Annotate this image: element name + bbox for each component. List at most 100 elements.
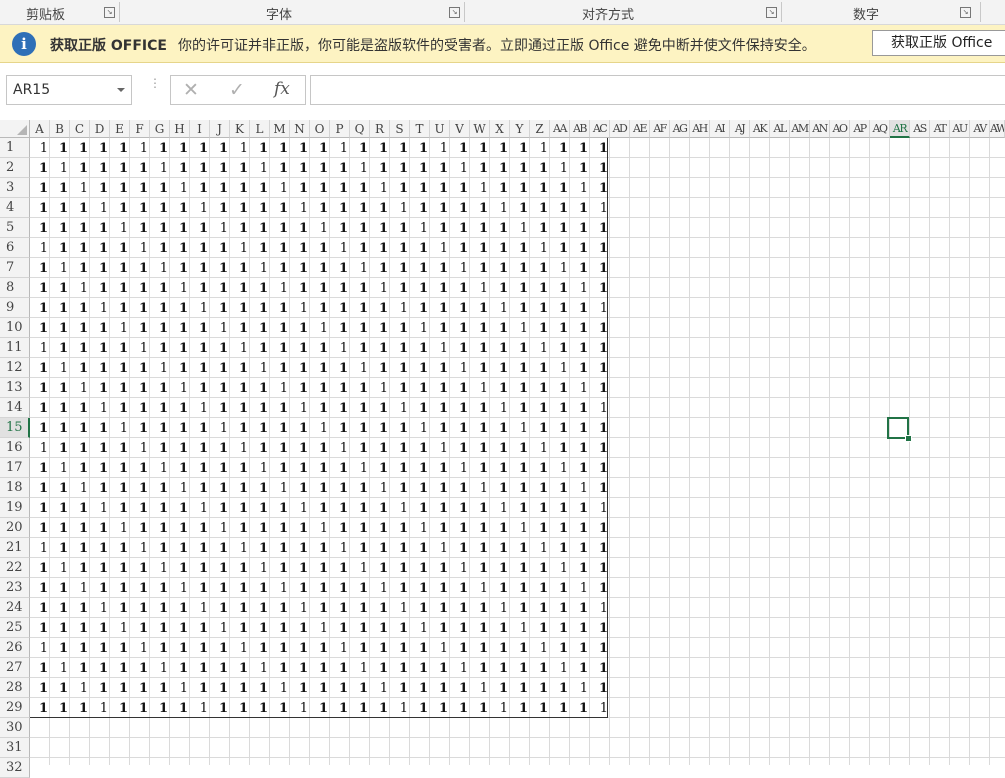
row-header-23[interactable]: 23 — [0, 578, 30, 598]
cell[interactable]: 1 — [410, 198, 430, 218]
cell[interactable]: 1 — [410, 298, 430, 318]
cell[interactable]: 1 — [110, 298, 130, 318]
cell[interactable]: 1 — [150, 218, 170, 238]
cell[interactable]: 1 — [470, 278, 490, 298]
cell[interactable]: 1 — [390, 578, 410, 598]
cell[interactable]: 1 — [530, 398, 550, 418]
cell[interactable]: 1 — [270, 698, 290, 718]
cell[interactable]: 1 — [90, 278, 110, 298]
cell[interactable]: 1 — [250, 278, 270, 298]
cell[interactable]: 1 — [350, 658, 370, 678]
cell[interactable]: 1 — [450, 358, 470, 378]
cell[interactable]: 1 — [170, 138, 190, 158]
cell[interactable]: 1 — [30, 318, 50, 338]
cell[interactable]: 1 — [170, 578, 190, 598]
cell[interactable]: 1 — [570, 158, 590, 178]
cell[interactable]: 1 — [530, 278, 550, 298]
cell[interactable]: 1 — [310, 238, 330, 258]
cell[interactable]: 1 — [450, 538, 470, 558]
cell[interactable]: 1 — [50, 278, 70, 298]
cell[interactable]: 1 — [250, 438, 270, 458]
cell[interactable]: 1 — [70, 578, 90, 598]
cell[interactable]: 1 — [330, 558, 350, 578]
cell[interactable]: 1 — [70, 338, 90, 358]
cell[interactable]: 1 — [510, 678, 530, 698]
cell[interactable]: 1 — [430, 358, 450, 378]
cell[interactable]: 1 — [550, 138, 570, 158]
cell[interactable]: 1 — [210, 478, 230, 498]
cell[interactable]: 1 — [250, 138, 270, 158]
cell[interactable]: 1 — [30, 138, 50, 158]
cell[interactable]: 1 — [370, 358, 390, 378]
cell[interactable]: 1 — [30, 578, 50, 598]
cell[interactable]: 1 — [270, 398, 290, 418]
cell[interactable]: 1 — [530, 238, 550, 258]
cell[interactable]: 1 — [490, 658, 510, 678]
cell[interactable]: 1 — [590, 438, 610, 458]
cell[interactable]: 1 — [230, 698, 250, 718]
cell[interactable]: 1 — [150, 598, 170, 618]
cell[interactable]: 1 — [310, 478, 330, 498]
cell[interactable]: 1 — [370, 478, 390, 498]
cell[interactable]: 1 — [210, 518, 230, 538]
cell[interactable]: 1 — [170, 278, 190, 298]
cell[interactable]: 1 — [30, 518, 50, 538]
cell[interactable]: 1 — [290, 518, 310, 538]
row-header-20[interactable]: 20 — [0, 518, 30, 538]
row-header-16[interactable]: 16 — [0, 438, 30, 458]
cell[interactable]: 1 — [70, 278, 90, 298]
cell[interactable]: 1 — [90, 418, 110, 438]
cell[interactable]: 1 — [330, 258, 350, 278]
cell[interactable]: 1 — [190, 698, 210, 718]
cell[interactable]: 1 — [150, 518, 170, 538]
cell[interactable]: 1 — [570, 318, 590, 338]
cell[interactable]: 1 — [270, 618, 290, 638]
cell[interactable]: 1 — [450, 378, 470, 398]
cell[interactable]: 1 — [410, 658, 430, 678]
cell[interactable]: 1 — [550, 258, 570, 278]
column-header-l[interactable]: L — [250, 120, 270, 138]
cell[interactable]: 1 — [230, 518, 250, 538]
cell[interactable]: 1 — [450, 438, 470, 458]
row-header-18[interactable]: 18 — [0, 478, 30, 498]
cell[interactable]: 1 — [130, 378, 150, 398]
cell[interactable]: 1 — [530, 418, 550, 438]
cell[interactable]: 1 — [270, 178, 290, 198]
cell[interactable]: 1 — [130, 698, 150, 718]
cell[interactable]: 1 — [490, 678, 510, 698]
cell[interactable]: 1 — [590, 258, 610, 278]
cell[interactable]: 1 — [30, 498, 50, 518]
cell[interactable]: 1 — [370, 318, 390, 338]
cell[interactable]: 1 — [470, 658, 490, 678]
cell[interactable]: 1 — [310, 498, 330, 518]
cell[interactable]: 1 — [490, 298, 510, 318]
cell[interactable]: 1 — [570, 598, 590, 618]
cell[interactable]: 1 — [90, 378, 110, 398]
cell[interactable]: 1 — [190, 558, 210, 578]
cell[interactable]: 1 — [70, 298, 90, 318]
cell[interactable]: 1 — [390, 518, 410, 538]
cell[interactable]: 1 — [270, 358, 290, 378]
cell[interactable]: 1 — [590, 478, 610, 498]
cell[interactable]: 1 — [90, 658, 110, 678]
cell[interactable]: 1 — [250, 458, 270, 478]
cell[interactable]: 1 — [290, 438, 310, 458]
cell[interactable]: 1 — [270, 438, 290, 458]
row-header-19[interactable]: 19 — [0, 498, 30, 518]
cell[interactable]: 1 — [490, 238, 510, 258]
cell[interactable]: 1 — [150, 398, 170, 418]
cell[interactable]: 1 — [170, 218, 190, 238]
cell[interactable]: 1 — [430, 418, 450, 438]
cell[interactable]: 1 — [470, 218, 490, 238]
cell[interactable]: 1 — [450, 498, 470, 518]
cell[interactable]: 1 — [430, 638, 450, 658]
cell[interactable]: 1 — [30, 358, 50, 378]
cell[interactable]: 1 — [430, 518, 450, 538]
cell[interactable]: 1 — [510, 658, 530, 678]
cell[interactable]: 1 — [70, 418, 90, 438]
cell[interactable]: 1 — [470, 618, 490, 638]
cell[interactable]: 1 — [550, 458, 570, 478]
cell[interactable]: 1 — [70, 518, 90, 538]
cell[interactable]: 1 — [50, 618, 70, 638]
cell[interactable]: 1 — [110, 158, 130, 178]
